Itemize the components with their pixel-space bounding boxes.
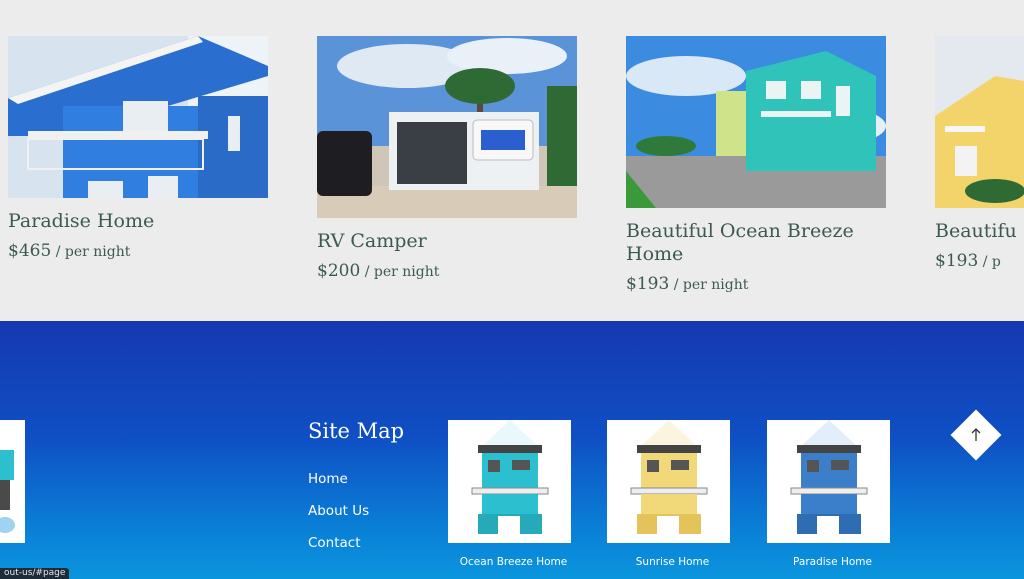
price-amount: $200 xyxy=(317,261,361,281)
sitemap-heading: Site Map xyxy=(308,419,405,443)
listing-price: $193 / p xyxy=(935,251,1024,271)
listing-photo[interactable] xyxy=(626,36,886,208)
browser-status-url: out-us/#page xyxy=(0,568,70,579)
price-amount: $193 xyxy=(626,274,670,294)
listing-photo[interactable] xyxy=(317,36,577,218)
listings-carousel: Paradise Home $465 / per night RV Camper… xyxy=(0,0,1024,321)
listing-price: $193 / per night xyxy=(626,274,886,294)
price-unit: / per night xyxy=(51,244,131,260)
listing-card-partial[interactable]: Beautifu $193 / p xyxy=(935,36,1024,271)
listing-price: $465 / per night xyxy=(8,241,268,261)
price-unit: / p xyxy=(978,254,1001,270)
listing-card-paradise[interactable]: Paradise Home $465 / per night xyxy=(8,36,268,261)
thumb-sunrise-home[interactable] xyxy=(607,420,730,543)
price-unit: / per night xyxy=(360,264,440,280)
listing-photo[interactable] xyxy=(8,36,268,198)
scroll-to-top-button[interactable] xyxy=(950,409,1002,461)
arrow-up-icon xyxy=(971,428,981,441)
thumb-caption-paradise[interactable]: Paradise Home xyxy=(771,556,894,568)
price-unit: / per night xyxy=(669,277,749,293)
footer-link-home[interactable]: Home xyxy=(308,471,348,487)
listing-title[interactable]: Beautifu xyxy=(935,220,1024,243)
thumb-paradise-home[interactable] xyxy=(767,420,890,543)
footer-logo-image[interactable] xyxy=(0,420,25,543)
footer-link-contact[interactable]: Contact xyxy=(308,535,361,551)
price-amount: $193 xyxy=(935,251,979,271)
listing-title[interactable]: Beautiful Ocean Breeze Home xyxy=(626,220,866,266)
thumb-ocean-breeze-home[interactable] xyxy=(448,420,571,543)
listing-card-rv-camper[interactable]: RV Camper $200 / per night xyxy=(317,36,577,281)
footer-link-about-us[interactable]: About Us xyxy=(308,503,369,519)
listing-title[interactable]: Paradise Home xyxy=(8,210,268,233)
listing-card-ocean-breeze[interactable]: Beautiful Ocean Breeze Home $193 / per n… xyxy=(626,36,886,294)
listing-title[interactable]: RV Camper xyxy=(317,230,577,253)
listing-photo[interactable] xyxy=(935,36,1024,208)
thumb-caption-ocean-breeze[interactable]: Ocean Breeze Home xyxy=(452,556,575,568)
price-amount: $465 xyxy=(8,241,52,261)
thumb-caption-sunrise[interactable]: Sunrise Home xyxy=(611,556,734,568)
site-footer: Site Map Home About Us Contact Ocean Bre… xyxy=(0,321,1024,579)
listing-price: $200 / per night xyxy=(317,261,577,281)
